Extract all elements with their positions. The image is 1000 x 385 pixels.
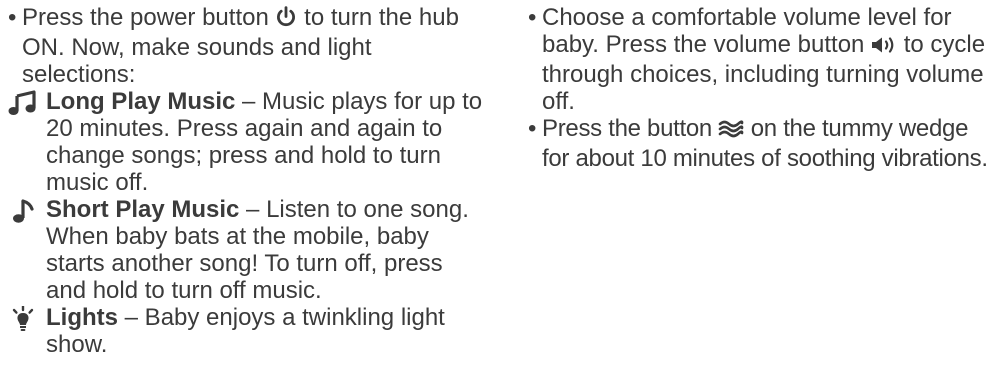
feature-title: Long Play Music xyxy=(46,88,236,115)
feature-long-play: Long Play Music – Music plays for up to … xyxy=(8,88,488,196)
music-notes-icon xyxy=(8,90,38,116)
feature-title: Short Play Music xyxy=(46,196,240,223)
vibration-text-before: Press the button xyxy=(542,115,712,142)
feature-short-play: Short Play Music – Listen to one song. W… xyxy=(8,196,488,304)
feature-lights: Lights – Baby enjoys a twinkling light s… xyxy=(8,304,488,358)
left-column: • Press the power button to turn the hub… xyxy=(8,4,488,358)
light-bulb-icon xyxy=(8,305,38,332)
volume-icon xyxy=(871,34,897,61)
power-instruction: • Press the power button to turn the hub… xyxy=(8,4,488,88)
volume-instruction: • Choose a comfortable volume level for … xyxy=(528,4,998,115)
bullet: • xyxy=(528,115,537,142)
power-icon xyxy=(275,6,297,34)
vibration-icon xyxy=(718,118,744,145)
right-column: • Choose a comfortable volume level for … xyxy=(528,4,998,172)
music-note-icon xyxy=(8,198,38,224)
feature-title: Lights xyxy=(46,304,118,331)
vibration-instruction: • Press the button on the tummy wedge fo… xyxy=(528,115,998,172)
bullet: • xyxy=(528,4,537,31)
power-text-before: Press the power button xyxy=(22,4,269,31)
bullet: • xyxy=(8,4,17,31)
